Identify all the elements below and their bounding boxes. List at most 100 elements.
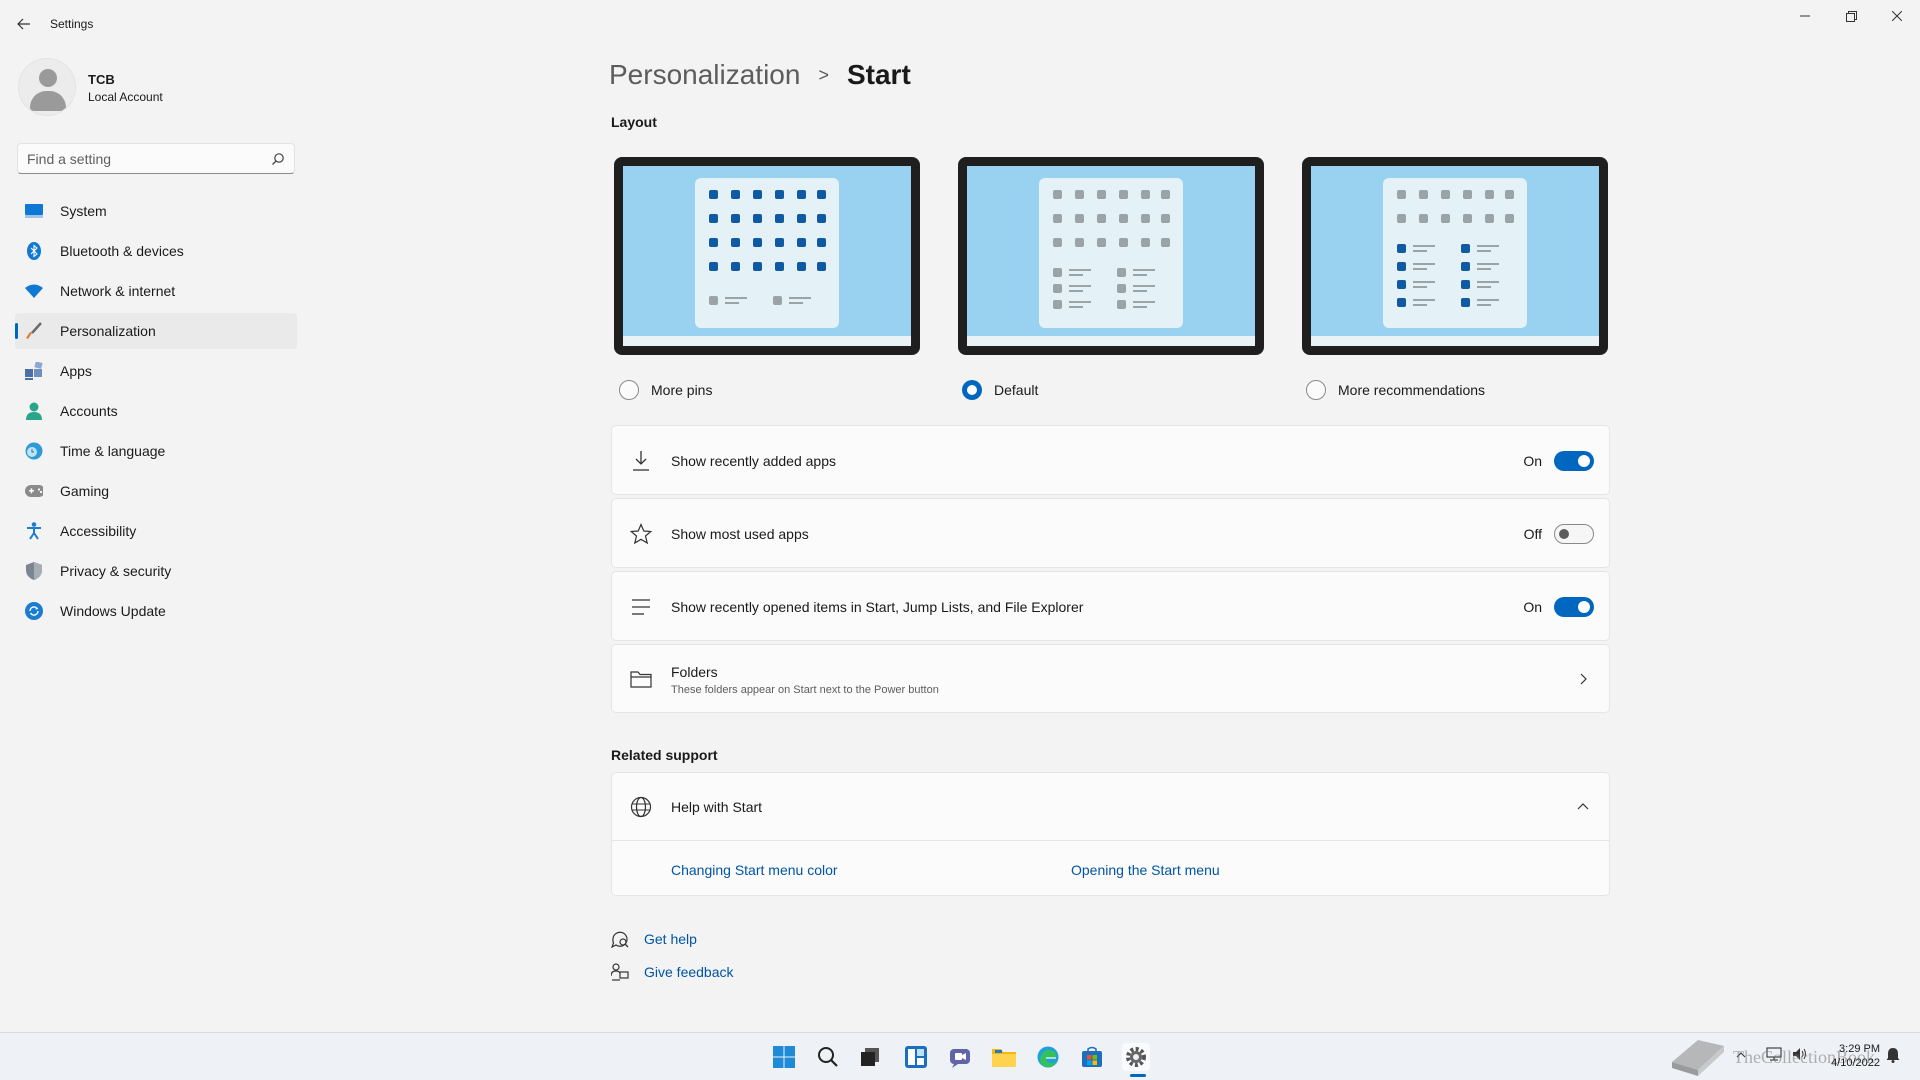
preview-tile <box>1419 190 1428 199</box>
sidebar-item-time-language[interactable]: Time & language <box>15 433 297 469</box>
toggle-switch[interactable] <box>1554 524 1594 544</box>
layout-preview-default[interactable] <box>958 157 1264 355</box>
preview-tile <box>1097 238 1106 247</box>
radio-more-pins[interactable]: More pins <box>619 378 712 402</box>
preview-line <box>1133 301 1155 303</box>
book-logo-icon <box>1672 1040 1724 1076</box>
sidebar-item-network[interactable]: Network & internet <box>15 273 297 309</box>
link-opening-start-menu[interactable]: Opening the Start menu <box>1071 862 1220 878</box>
widgets-icon[interactable] <box>902 1043 930 1071</box>
preview-line <box>1413 299 1435 301</box>
sidebar-item-label: Personalization <box>60 323 156 339</box>
search-icon[interactable] <box>271 152 285 166</box>
preview-tile <box>797 214 806 223</box>
preview-tile <box>1053 214 1062 223</box>
preview-tile <box>1161 214 1170 223</box>
back-arrow-icon <box>17 18 30 30</box>
layout-preview-more-recommendations[interactable] <box>1302 157 1608 355</box>
preview-tile <box>1505 190 1514 199</box>
sidebar-item-privacy[interactable]: Privacy & security <box>15 553 297 589</box>
preview-line <box>1413 250 1427 252</box>
store-icon[interactable] <box>1078 1043 1106 1071</box>
search-input[interactable] <box>27 144 267 173</box>
sidebar-item-windows-update[interactable]: Windows Update <box>15 593 297 629</box>
sidebar-item-accounts[interactable]: Accounts <box>15 393 297 429</box>
preview-tile <box>773 296 782 305</box>
search-icon[interactable] <box>814 1043 842 1071</box>
restore-icon <box>1845 10 1857 22</box>
radio-button[interactable] <box>962 380 982 400</box>
get-help-link[interactable]: Get help <box>611 930 697 948</box>
toggle-state-label: On <box>1523 599 1542 615</box>
preview-tile <box>709 214 718 223</box>
radio-default[interactable]: Default <box>962 378 1038 402</box>
preview-tile <box>1053 190 1062 199</box>
taskbar <box>0 1032 1920 1080</box>
back-button[interactable] <box>12 12 36 36</box>
help-with-start-header[interactable]: Help with Start <box>612 773 1609 841</box>
toggle-switch[interactable] <box>1554 451 1594 471</box>
radio-button[interactable] <box>619 380 639 400</box>
radio-more-recommendations[interactable]: More recommendations <box>1306 378 1485 402</box>
link-changing-start-menu-color[interactable]: Changing Start menu color <box>671 862 838 878</box>
sidebar-item-personalization[interactable]: Personalization <box>15 313 297 349</box>
sidebar-item-accessibility[interactable]: Accessibility <box>15 513 297 549</box>
preview-tile <box>1117 268 1126 277</box>
sidebar-item-system[interactable]: System <box>15 193 297 229</box>
file-explorer-icon[interactable] <box>990 1043 1018 1071</box>
restore-button[interactable] <box>1828 0 1874 32</box>
give-feedback-link[interactable]: Give feedback <box>611 963 734 981</box>
preview-tile <box>1141 190 1150 199</box>
layout-preview-more-pins[interactable] <box>614 157 920 355</box>
preview-line <box>1133 269 1155 271</box>
page-title: Start <box>846 59 911 90</box>
preview-tile <box>775 238 784 247</box>
sidebar-item-label: Accessibility <box>60 523 137 539</box>
sidebar-item-gaming[interactable]: Gaming <box>15 473 297 509</box>
close-button[interactable] <box>1874 0 1920 32</box>
preview-tile <box>775 214 784 223</box>
user-account-type: Local Account <box>88 90 163 104</box>
sidebar-item-label: Windows Update <box>60 603 166 619</box>
preview-tile <box>1463 214 1472 223</box>
apps-icon <box>25 362 43 380</box>
preview-tile <box>753 214 762 223</box>
gamepad-icon <box>25 482 43 500</box>
give-feedback-label[interactable]: Give feedback <box>644 964 734 980</box>
app-title: Settings <box>50 17 94 31</box>
get-help-label[interactable]: Get help <box>644 931 697 947</box>
bluetooth-icon <box>25 242 43 260</box>
preview-tile <box>1161 190 1170 199</box>
person-icon <box>25 402 43 420</box>
preview-tile <box>709 190 718 199</box>
preview-line <box>1069 269 1091 271</box>
settings-icon[interactable] <box>1122 1043 1150 1071</box>
setting-folders[interactable]: Folders These folders appear on Start ne… <box>611 644 1610 713</box>
edge-icon[interactable] <box>1034 1043 1062 1071</box>
preview-tile <box>709 262 718 271</box>
preview-line <box>1477 263 1499 265</box>
minimize-button[interactable] <box>1782 0 1828 32</box>
task-view-icon[interactable] <box>857 1043 885 1071</box>
preview-tile <box>775 262 784 271</box>
radio-label: Default <box>994 382 1039 398</box>
breadcrumb-parent[interactable]: Personalization <box>609 59 800 91</box>
preview-tile <box>1053 284 1062 293</box>
toggle-switch[interactable] <box>1554 597 1594 617</box>
search-box[interactable] <box>17 143 295 174</box>
preview-tile <box>1075 214 1084 223</box>
preview-tile <box>797 190 806 199</box>
preview-tile <box>1485 190 1494 199</box>
chevron-up-icon[interactable] <box>1577 801 1589 813</box>
folder-icon <box>629 667 653 691</box>
radio-button[interactable] <box>1306 380 1326 400</box>
sidebar-item-bluetooth[interactable]: Bluetooth & devices <box>15 233 297 269</box>
help-title: Help with Start <box>671 799 763 815</box>
feedback-icon <box>611 963 629 981</box>
preview-tile <box>753 238 762 247</box>
taskbar-clock[interactable]: 3:29 PM 4/10/2022 <box>1820 1042 1880 1070</box>
sidebar-item-apps[interactable]: Apps <box>15 353 297 389</box>
user-profile[interactable]: TCB Local Account <box>18 58 298 118</box>
windows-start-icon[interactable] <box>770 1043 798 1071</box>
teams-chat-icon[interactable] <box>946 1043 974 1071</box>
